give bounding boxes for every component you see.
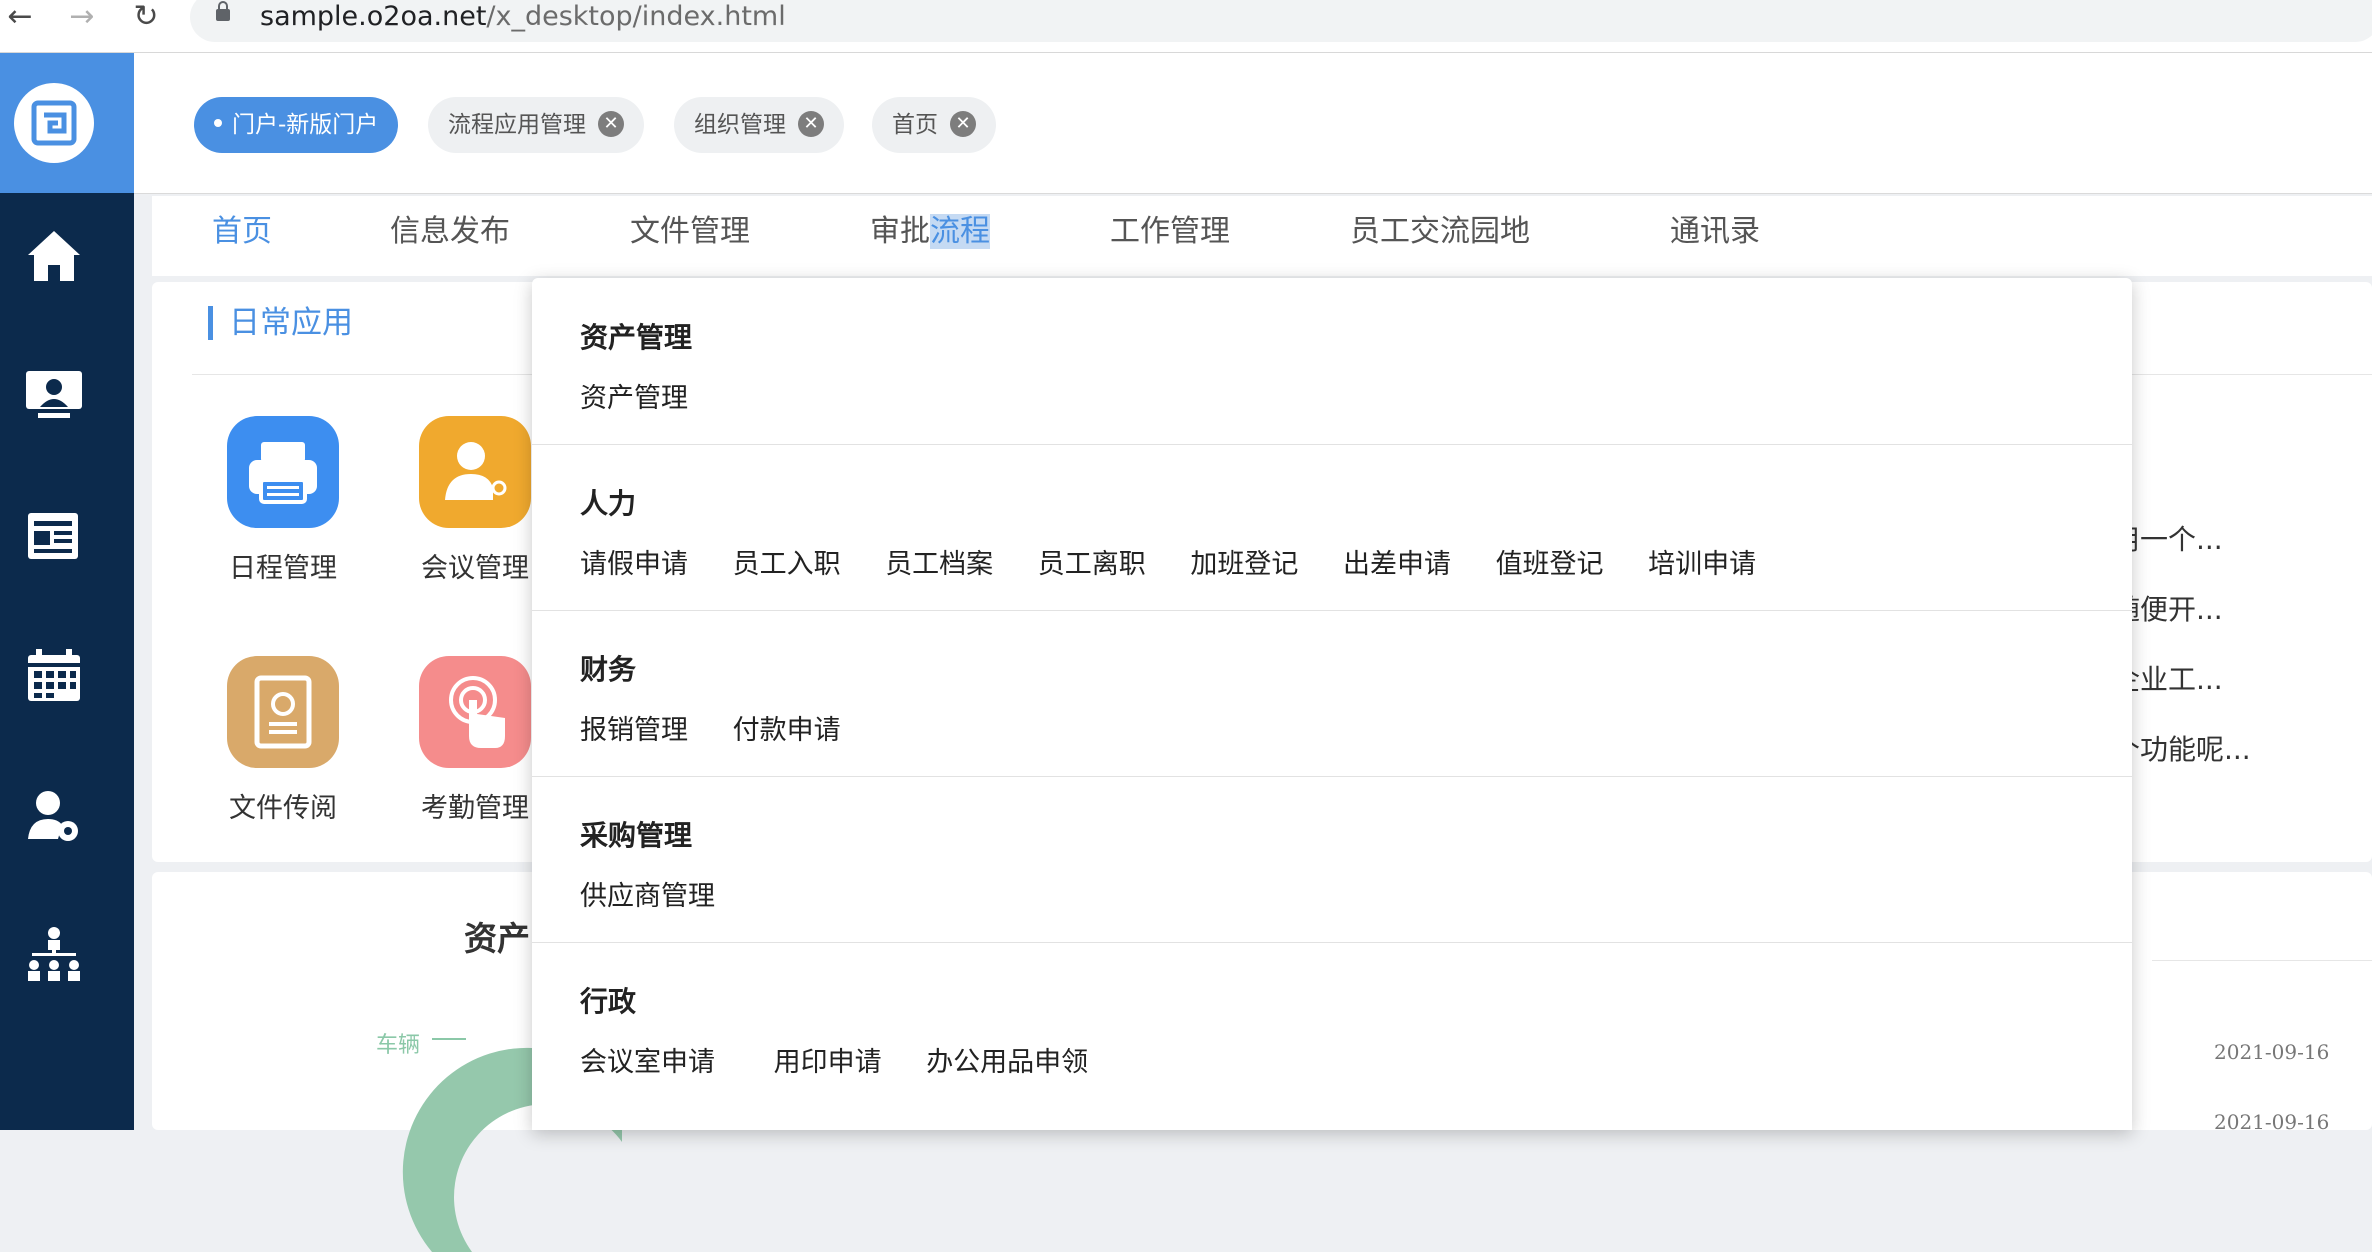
- menu-section-procurement: 采购管理 供应商管理: [532, 776, 2132, 943]
- tab-label: 首页: [892, 112, 938, 138]
- menu-item[interactable]: 会议室申请: [580, 1040, 715, 1079]
- url-host: sample.o2oa.net: [260, 1, 487, 32]
- list-date: 2021-09-16: [2214, 1110, 2330, 1134]
- printer-icon: [227, 416, 339, 528]
- browser-toolbar: ← → ↻ sample.o2oa.net/x_desktop/index.ht…: [0, 0, 2372, 53]
- menu-item[interactable]: 值班登记: [1496, 542, 1604, 581]
- close-icon[interactable]: ✕: [598, 110, 624, 137]
- calendar-icon[interactable]: [22, 643, 86, 707]
- app-attendance[interactable]: 考勤管理: [400, 656, 550, 825]
- nav-label-selected-part: 流程: [930, 214, 990, 249]
- close-icon[interactable]: ✕: [950, 110, 976, 137]
- nav-staff-forum[interactable]: 员工交流园地: [1350, 212, 1530, 252]
- app-label: 日程管理: [229, 553, 337, 584]
- forward-icon[interactable]: →: [62, 0, 102, 34]
- menu-item[interactable]: 办公用品申领: [926, 1040, 1088, 1079]
- menu-item[interactable]: 付款申请: [733, 708, 841, 747]
- logo-area[interactable]: [0, 53, 134, 193]
- divider: [2152, 960, 2372, 961]
- tab-label: 流程应用管理: [448, 112, 586, 138]
- menu-section-assets: 资产管理 资产管理: [532, 278, 2132, 445]
- tab-label: 组织管理: [694, 112, 786, 138]
- active-dot-icon: [214, 118, 222, 127]
- app-label: 文件传阅: [229, 793, 337, 824]
- meeting-icon: [419, 416, 531, 528]
- org-chart-icon[interactable]: [22, 923, 86, 987]
- list-date: 2021-09-16: [2214, 1040, 2330, 1064]
- close-icon[interactable]: ✕: [798, 110, 824, 137]
- menu-items: 报销管理 付款申请: [580, 708, 877, 747]
- menu-items: 会议室申请 用印申请 办公用品申领: [580, 1040, 1124, 1079]
- app-label: 考勤管理: [421, 793, 529, 824]
- home-icon[interactable]: [22, 223, 86, 287]
- menu-items: 资产管理: [580, 376, 724, 415]
- main-nav: 首页 信息发布 文件管理 审批流程 工作管理 员工交流园地 通讯录: [152, 196, 2372, 276]
- url-path: /x_desktop/index.html: [486, 1, 786, 32]
- menu-item[interactable]: 报销管理: [580, 708, 688, 747]
- nav-home[interactable]: 首页: [212, 212, 272, 252]
- menu-item[interactable]: 员工档案: [885, 542, 993, 581]
- nav-info-publish[interactable]: 信息发布: [390, 212, 510, 252]
- section-title: 日常应用: [208, 306, 353, 340]
- menu-item[interactable]: 员工离职: [1038, 542, 1146, 581]
- menu-item[interactable]: 员工入职: [733, 542, 841, 581]
- left-sidebar: [0, 53, 134, 1130]
- app-file-circulation[interactable]: 文件传阅: [208, 656, 358, 825]
- menu-item[interactable]: 供应商管理: [580, 874, 715, 913]
- menu-section-finance: 财务 报销管理 付款申请: [532, 610, 2132, 777]
- address-bar[interactable]: sample.o2oa.net/x_desktop/index.html: [190, 0, 2372, 42]
- menu-section-title: 人力: [580, 487, 637, 520]
- menu-items: 请假申请 员工入职 员工档案 员工离职 加班登记 出差申请 值班登记 培训申请: [580, 542, 1792, 581]
- nav-file-management[interactable]: 文件管理: [630, 212, 750, 252]
- menu-item[interactable]: 请假申请: [580, 542, 688, 581]
- tab-organization[interactable]: 组织管理 ✕: [674, 97, 844, 153]
- tab-portal[interactable]: 门户-新版门户: [194, 97, 399, 153]
- menu-section-hr: 人力 请假申请 员工入职 员工档案 员工离职 加班登记 出差申请 值班登记 培训…: [532, 444, 2132, 611]
- lock-icon: [216, 1, 230, 21]
- assets-chart-title: 资产: [464, 919, 530, 958]
- menu-item[interactable]: 加班登记: [1190, 542, 1298, 581]
- menu-section-title: 资产管理: [580, 321, 693, 354]
- reload-icon[interactable]: ↻: [126, 0, 166, 34]
- app-label: 会议管理: [421, 553, 529, 584]
- back-icon[interactable]: ←: [0, 0, 40, 34]
- user-settings-icon[interactable]: [22, 783, 86, 847]
- certificate-icon: [227, 656, 339, 768]
- nav-approval-process[interactable]: 审批流程: [870, 212, 990, 252]
- menu-section-title: 采购管理: [580, 819, 693, 852]
- approval-process-dropdown: 资产管理 资产管理 人力 请假申请 员工入职 员工档案 员工离职 加班登记 出差…: [532, 278, 2132, 1130]
- nav-contacts[interactable]: 通讯录: [1670, 212, 1760, 252]
- window-tabs-bar: 门户-新版门户 流程应用管理 ✕ 组织管理 ✕ 首页 ✕: [134, 53, 2372, 194]
- app-meeting[interactable]: 会议管理: [400, 416, 550, 585]
- menu-item[interactable]: 资产管理: [580, 376, 688, 415]
- menu-section-admin: 行政 会议室申请 用印申请 办公用品申领: [532, 942, 2132, 1108]
- news-item[interactable]: 个功能呢...: [2112, 728, 2251, 768]
- app-schedule[interactable]: 日程管理: [208, 416, 358, 585]
- tab-process-app[interactable]: 流程应用管理 ✕: [428, 97, 644, 153]
- monitor-user-icon[interactable]: [22, 363, 86, 427]
- menu-section-title: 行政: [580, 985, 637, 1018]
- menu-item[interactable]: 用印申请: [774, 1040, 882, 1079]
- menu-item[interactable]: 出差申请: [1343, 542, 1451, 581]
- menu-items: 供应商管理: [580, 874, 751, 913]
- news-icon[interactable]: [22, 503, 86, 567]
- nav-work-management[interactable]: 工作管理: [1110, 212, 1230, 252]
- touch-icon: [419, 656, 531, 768]
- tab-home[interactable]: 首页 ✕: [872, 97, 996, 153]
- menu-section-title: 财务: [580, 653, 637, 686]
- url-text: sample.o2oa.net/x_desktop/index.html: [260, 0, 786, 34]
- tab-label: 门户-新版门户: [232, 112, 379, 138]
- nav-label-part: 审批: [870, 214, 930, 249]
- logo-icon[interactable]: [14, 83, 94, 163]
- menu-item[interactable]: 培训申请: [1648, 542, 1756, 581]
